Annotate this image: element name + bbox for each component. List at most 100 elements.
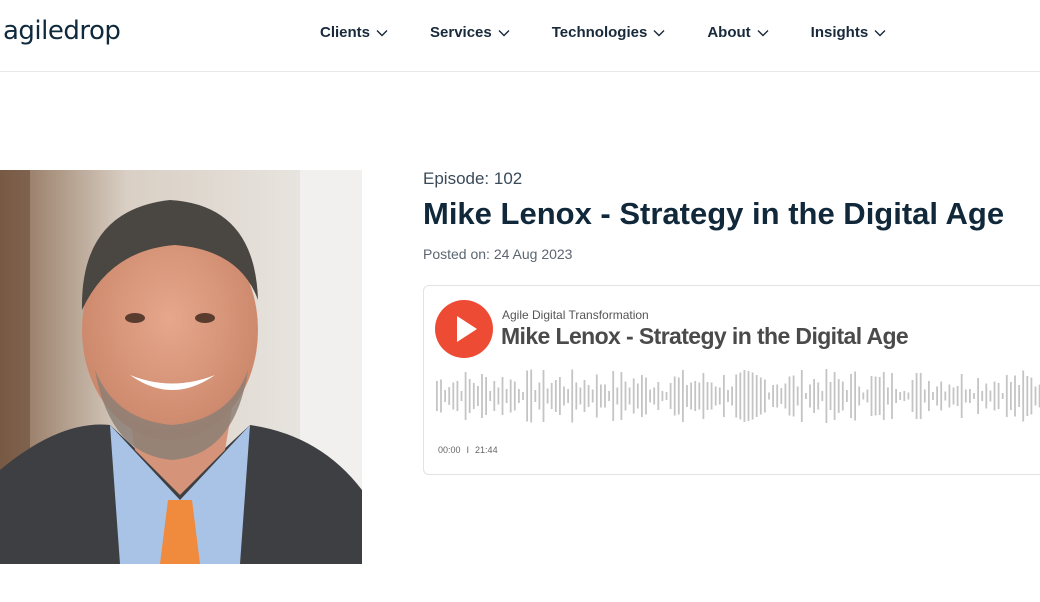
waveform-bar (792, 375, 795, 417)
nav-technologies[interactable]: Technologies (552, 24, 666, 41)
waveform-bar (829, 382, 832, 410)
waveform-bar (673, 376, 676, 416)
waveform-bar (571, 369, 574, 423)
waveform-bar (718, 387, 721, 405)
nav-clients[interactable]: Clients (320, 24, 388, 41)
chevron-down-icon (757, 29, 769, 36)
waveform-bar (702, 373, 705, 419)
nav-insights[interactable]: Insights (811, 24, 887, 41)
waveform-bar (911, 380, 914, 412)
waveform-bar (1014, 375, 1016, 417)
waveform-bar (612, 371, 615, 421)
waveform-bar (682, 370, 684, 422)
waveform-bar (837, 379, 840, 413)
waveform-bar (436, 381, 438, 411)
show-name: Agile Digital Transformation (502, 308, 649, 322)
waveform-bar (710, 382, 713, 410)
waveform-bar (583, 380, 586, 412)
waveform-bar (690, 382, 692, 410)
agiledrop-logo[interactable]: agiledrop (3, 16, 121, 46)
waveform-bar (747, 371, 750, 421)
nav-about[interactable]: About (707, 24, 769, 41)
waveform-bar (735, 374, 738, 418)
waveform-bar (796, 386, 799, 406)
waveform-bar (1010, 382, 1012, 410)
waveform-bar (932, 392, 934, 400)
waveform-bar (628, 387, 631, 405)
waveform-bar (649, 389, 651, 403)
waveform-bar (936, 386, 938, 406)
player-episode-title: Mike Lenox - Strategy in the Digital Age (501, 323, 909, 349)
waveform-bar (686, 385, 688, 407)
waveform-bar (944, 391, 947, 401)
waveform-bar (899, 392, 902, 400)
waveform-bar (706, 382, 709, 410)
waveform-bar (825, 369, 828, 423)
waveform-bar (862, 392, 865, 400)
waveform-bar (505, 389, 508, 403)
waveform-bar (903, 391, 906, 401)
waveform-bar (440, 379, 442, 413)
waveform-bar (526, 370, 528, 422)
main-nav: Clients Services Technologies About Insi… (320, 24, 928, 41)
waveform-bar (559, 377, 561, 415)
waveform-bar (952, 387, 955, 405)
waveform-bar (538, 382, 541, 410)
waveform-bar (616, 387, 619, 405)
waveform-bar (501, 377, 504, 415)
play-button[interactable] (435, 300, 493, 358)
waveform-bar (907, 392, 910, 400)
waveform-bar (858, 386, 861, 406)
waveform-bar (850, 374, 852, 418)
chevron-down-icon (498, 29, 510, 36)
waveform-bar (542, 370, 545, 422)
waveform-bar (632, 378, 635, 414)
waveform-bar (923, 389, 926, 403)
waveform-bar (833, 372, 836, 420)
waveform-bar (973, 393, 975, 399)
chevron-down-icon (874, 29, 886, 36)
waveform-bar (657, 382, 660, 410)
waveform-bar (563, 386, 565, 406)
waveform-bar (919, 373, 922, 419)
waveform-bar (595, 374, 598, 418)
waveform-bar (969, 389, 971, 403)
waveform-bar (887, 387, 889, 405)
waveform-bar (477, 386, 479, 406)
nav-clients-label: Clients (320, 24, 371, 41)
waveform-bar (821, 391, 824, 401)
waveform-bar (1034, 386, 1037, 406)
episode-number: Episode: 102 (423, 169, 523, 188)
waveform-bar (460, 391, 463, 401)
waveform-bar (993, 381, 996, 411)
waveform-bar (956, 386, 959, 406)
waveform-bar (784, 383, 787, 409)
waveform-seekbar[interactable] (434, 368, 1040, 424)
waveform-bar (989, 390, 992, 402)
waveform-bar (591, 389, 594, 403)
waveform-bar (878, 377, 881, 415)
waveform-bar (636, 383, 639, 409)
waveform-bar (534, 390, 537, 402)
waveform-bar (977, 378, 979, 414)
waveform-bar (776, 384, 779, 408)
nav-services[interactable]: Services (430, 24, 510, 41)
play-icon (457, 316, 477, 342)
waveform-bar (960, 374, 963, 418)
waveform-bar (530, 369, 533, 423)
waveform-bar (739, 372, 742, 420)
waveform-bar (723, 375, 725, 417)
waveform-bar (468, 379, 471, 413)
duration: 21:44 (475, 445, 498, 455)
waveform-bar (1022, 370, 1025, 422)
waveform-bar (846, 390, 848, 402)
episode-title: Mike Lenox - Strategy in the Digital Age (423, 196, 1005, 231)
waveform-bar (645, 377, 647, 415)
waveform-bar (608, 391, 610, 401)
waveform-bar (641, 375, 643, 417)
nav-insights-label: Insights (810, 24, 869, 41)
waveform-bar (895, 389, 897, 403)
waveform-bar (743, 370, 746, 422)
waveform-bar (985, 383, 988, 409)
waveform-bar (997, 383, 1000, 409)
